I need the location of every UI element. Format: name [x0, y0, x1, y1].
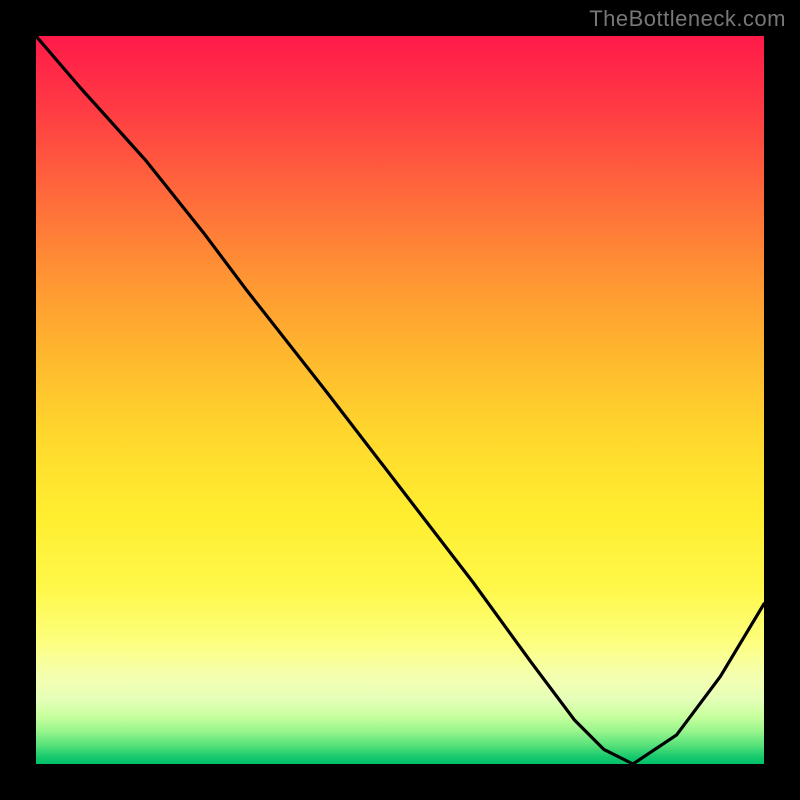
chart-frame: TheBottleneck.com — [0, 0, 800, 800]
curve-svg — [36, 36, 764, 764]
plot-area — [36, 36, 764, 764]
curve-path — [36, 36, 764, 764]
watermark-text: TheBottleneck.com — [589, 6, 786, 32]
